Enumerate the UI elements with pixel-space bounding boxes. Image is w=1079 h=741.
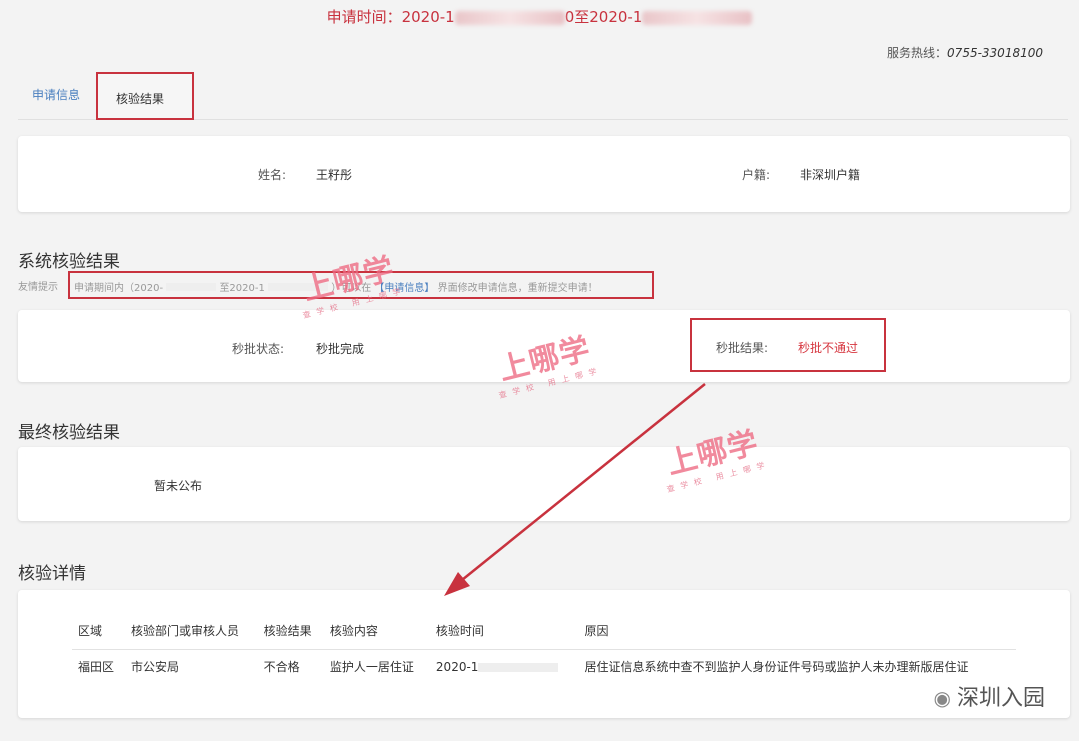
redacted-date-tip [166,283,217,291]
col-area: 区域 [72,618,126,650]
cell-result: 不合格 [263,660,300,674]
final-result-title: 最终核验结果 [18,423,120,443]
hukou-label: 户籍: [742,168,771,182]
tip-label: 友情提示 [18,282,58,293]
hotline-label: 服务热线： [887,46,948,60]
applicant-card: 姓名: 王籽彤 户籍: 非深圳户籍 [18,136,1070,212]
details-table: 区域 核验部门或审核人员 核验结果 核验内容 核验时间 原因 福田区 市公安局 … [72,618,1016,683]
table-header-row: 区域 核验部门或审核人员 核验结果 核验内容 核验时间 原因 [72,618,1016,650]
status-label: 秒批状态: [232,342,285,356]
col-reason: 原因 [578,618,1016,650]
redacted-date-end [642,10,753,25]
tab-bar: 申请信息 核验结果 [18,72,1068,120]
cell-area: 福田区 [78,660,115,674]
col-content: 核验内容 [323,618,430,650]
details-title: 核验详情 [18,564,86,584]
tip-text-4: 界面修改申请信息，重新提交申请！ [437,283,598,294]
result-value: 秒批不通过 [798,341,859,355]
tab-verification-result[interactable]: 核验结果 [96,72,194,120]
col-result: 核验结果 [257,618,324,650]
cell-reason: 居住证信息系统中查不到监护人身份证件号码或监护人未办理新版居住证 [584,660,969,674]
tab-application-info[interactable]: 申请信息 [32,86,80,103]
col-time: 核验时间 [429,618,579,650]
service-hotline: 服务热线：0755-33018100 [887,44,1043,61]
tip-text-2: 至2020-1 [219,283,265,294]
apply-time-banner: 申请时间：2020-1 0至2020-1 [0,0,1079,30]
status-value: 秒批完成 [316,342,365,356]
col-department: 核验部门或审核人员 [125,618,258,650]
cell-time: 2020-1 [430,650,579,684]
cell-time-text: 2020-1 [435,659,479,674]
redacted-date [454,10,565,25]
wechat-icon: ◉ [933,686,951,710]
brand-watermark: ◉ 深圳入园 [934,680,1045,712]
result-highlight-box: 秒批结果: 秒批不通过 [690,318,886,372]
name-value: 王籽彤 [316,168,353,182]
redacted-time [478,662,559,672]
apply-time-mid: 0至2020-1 [564,8,643,26]
apply-time-start: 申请时间：2020-1 [326,8,455,26]
final-result-card: 暂未公布 [18,447,1070,521]
hukou-value: 非深圳户籍 [800,168,861,182]
hotline-number: 0755-33018100 [947,46,1043,60]
cell-department: 市公安局 [131,660,180,674]
system-result-title: 系统核验结果 [18,252,120,272]
result-label: 秒批结果: [716,341,769,355]
final-result-value: 暂未公布 [154,479,203,493]
name-label: 姓名: [258,168,287,182]
table-row: 福田区 市公安局 不合格 监护人一居住证 2020-1 居住证信息系统中查不到监… [72,650,1016,684]
brand-name: 深圳入园 [956,686,1045,711]
cell-content: 监护人一居住证 [329,660,414,674]
tip-text-1: 申请期间内（2020- [74,283,164,294]
